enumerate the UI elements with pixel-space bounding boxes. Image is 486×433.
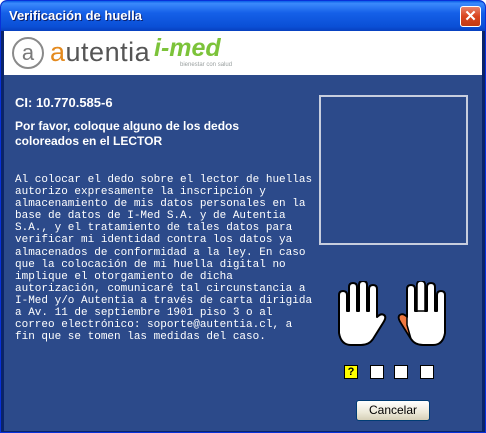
fingerprint-capture-area	[319, 95, 468, 245]
left-hand-icon	[338, 281, 387, 346]
close-button[interactable]: ✕	[460, 6, 481, 27]
finger-status-box-3	[394, 365, 408, 379]
dialog-window: Verificación de huella ✕ a autentia i-me…	[0, 0, 486, 433]
right-hand-icon	[397, 281, 446, 346]
logo-banner: a autentia i-med bienestar con salud	[4, 31, 482, 75]
window-title: Verificación de huella	[9, 8, 142, 23]
finger-status-box-1: ?	[344, 365, 358, 379]
autentia-logo-text: autentia	[50, 37, 151, 67]
close-icon: ✕	[464, 8, 477, 25]
cancel-button[interactable]: Cancelar	[356, 400, 430, 421]
autentia-logo-icon: a	[12, 37, 44, 69]
dialog-body: a autentia i-med bienestar con salud CI:…	[4, 31, 482, 431]
instruction-text: Por favor, coloque alguno de los dedos c…	[15, 119, 240, 148]
finger-status-box-2	[370, 365, 384, 379]
finger-status-box-4	[420, 365, 434, 379]
title-bar[interactable]: Verificación de huella ✕	[1, 1, 485, 31]
consent-text: Al colocar el dedo sobre el lector de hu…	[15, 174, 319, 344]
ci-label: CI: 10.770.585-6	[15, 95, 113, 110]
imed-logo-text: i-med	[154, 34, 221, 62]
finger-selection-panel	[329, 273, 457, 351]
imed-tagline: bienestar con salud	[180, 62, 233, 68]
